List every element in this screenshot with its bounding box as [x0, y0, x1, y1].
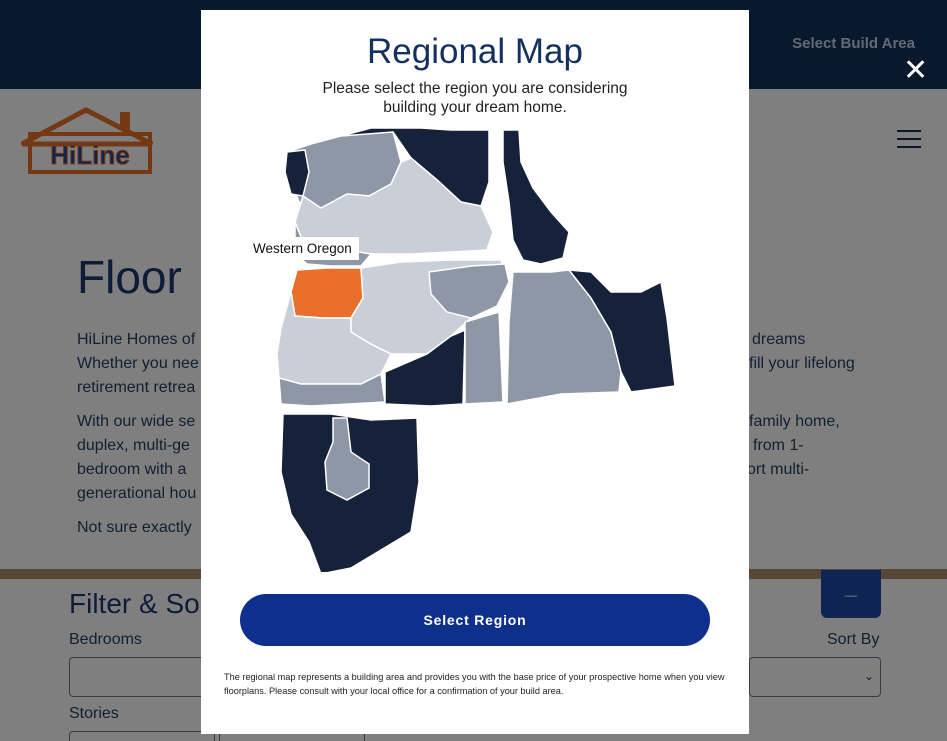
select-region-button[interactable]: Select Region	[240, 594, 710, 646]
close-icon[interactable]: ✕	[903, 56, 928, 86]
regional-map[interactable]	[251, 122, 681, 572]
hovered-region-label: Western Oregon	[246, 237, 359, 260]
regional-map-modal: Regional Map Please select the region yo…	[201, 10, 749, 734]
modal-title: Regional Map	[367, 32, 583, 71]
region-north-idaho[interactable]	[502, 129, 570, 265]
map-disclaimer: The regional map represents a building a…	[224, 672, 725, 696]
modal-subtitle: Please select the region you are conside…	[322, 80, 628, 116]
region-western-oregon[interactable]	[290, 267, 364, 319]
region-eastern-oregon[interactable]	[464, 311, 504, 405]
region-olympic-peninsula[interactable]	[284, 149, 310, 197]
